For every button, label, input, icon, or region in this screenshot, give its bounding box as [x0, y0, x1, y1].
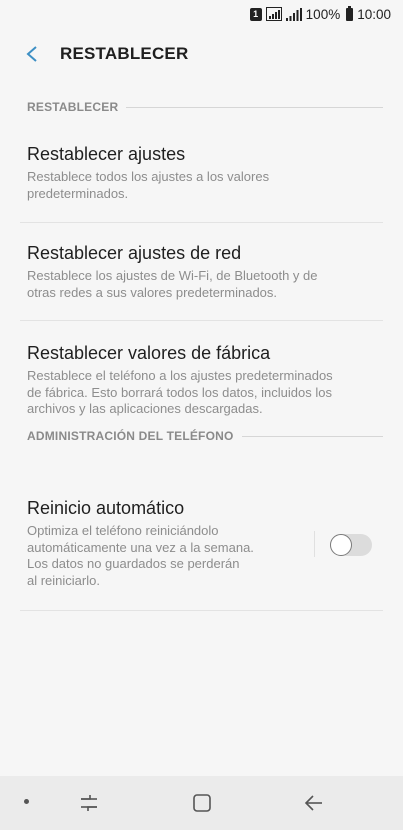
description-line: al reiniciarlo.	[27, 572, 100, 588]
section-divider	[241, 435, 383, 437]
home-icon	[193, 794, 211, 812]
item-description: Optimiza el teléfono reiniciándolo autom…	[27, 523, 254, 589]
status-bar: 1 100% 10:00	[0, 0, 403, 28]
page-title: RESTABLECER	[60, 44, 189, 63]
toggle-knob	[330, 534, 352, 556]
description-line: Los datos no guardados se perderán	[27, 556, 240, 571]
description-line: de fábrica. Esto borrará todos los datos…	[27, 384, 332, 400]
back-arrow-icon	[304, 795, 322, 811]
section-header-phone-management: ADMINISTRACIÓN DEL TELÉFONO	[27, 429, 383, 443]
auto-restart-toggle[interactable]	[330, 534, 372, 556]
back-button[interactable]	[20, 42, 44, 66]
reset-network-settings-item[interactable]: Restablecer ajustes de red Restablece lo…	[0, 226, 403, 320]
recents-button[interactable]	[78, 792, 100, 814]
recents-icon	[81, 795, 97, 811]
factory-reset-item[interactable]: Restablecer valores de fábrica Restablec…	[0, 324, 403, 430]
description-line: automáticamente una vez a la semana.	[27, 539, 254, 555]
description-line: Restablece los ajustes de Wi-Fi, de Blue…	[27, 268, 318, 283]
description-line: otras redes a sus valores predeterminado…	[27, 284, 278, 300]
list-divider	[20, 320, 383, 321]
clock: 10:00	[357, 6, 391, 22]
description-line: archivos y las aplicaciones descargadas.	[27, 401, 263, 416]
item-title: Restablecer valores de fábrica	[27, 343, 271, 363]
description-line: Optimiza el teléfono reiniciándolo	[27, 523, 219, 538]
description-line: Restablece el teléfono a los ajustes pre…	[27, 368, 333, 383]
item-description: Restablece todos los ajustes a los valor…	[27, 169, 269, 202]
toggle-separator	[314, 531, 315, 557]
reset-settings-item[interactable]: Restablecer ajustes Restablece todos los…	[0, 128, 403, 222]
home-button[interactable]	[191, 792, 213, 814]
section-label: ADMINISTRACIÓN DEL TELÉFONO	[27, 429, 234, 443]
section-label: RESTABLECER	[27, 100, 119, 114]
system-back-button[interactable]	[303, 792, 325, 814]
app-bar: RESTABLECER	[0, 32, 403, 76]
item-title: Restablecer ajustes de red	[27, 243, 242, 263]
battery-icon	[346, 5, 354, 21]
navigation-bar	[0, 776, 403, 830]
sim-icon: 1	[249, 7, 262, 21]
cell-signal-icon	[285, 7, 302, 21]
battery-percentage: 100%	[305, 6, 341, 22]
list-divider	[20, 610, 383, 611]
chevron-left-icon	[26, 46, 37, 62]
item-title: Restablecer ajustes	[27, 144, 186, 164]
item-title: Reinicio automático	[27, 498, 185, 518]
description-line: predeterminados.	[27, 185, 129, 201]
dot-icon	[24, 799, 29, 804]
list-divider	[20, 222, 383, 223]
section-header-restablecer: RESTABLECER	[27, 100, 383, 114]
description-line: Restablece todos los ajustes a los valor…	[27, 169, 270, 184]
nav-dot-indicator	[24, 799, 29, 804]
data-signal-icon	[265, 7, 282, 21]
section-divider	[126, 106, 383, 108]
item-description: Restablece los ajustes de Wi-Fi, de Blue…	[27, 268, 317, 301]
item-description: Restablece el teléfono a los ajustes pre…	[27, 368, 333, 418]
